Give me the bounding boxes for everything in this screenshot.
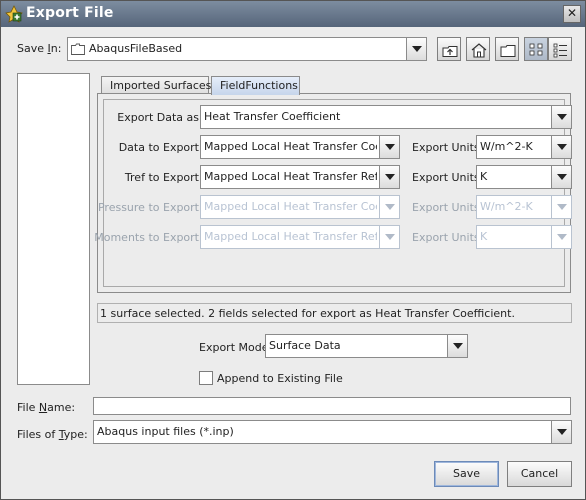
moments-units-value: K: [480, 230, 488, 243]
data-to-export-label: Data to Export: [118, 141, 199, 154]
data-units-value: W/m^2-K: [480, 140, 533, 153]
chevron-down-icon[interactable]: [379, 136, 399, 158]
export-data-as-value: Heat Transfer Coefficient: [204, 110, 341, 123]
tab-fieldfunctions[interactable]: FieldFunctions: [211, 76, 300, 95]
export-fields-group: Export Data as Heat Transfer Coefficient…: [94, 99, 572, 287]
home-button[interactable]: [466, 37, 490, 61]
list-view-button[interactable]: [524, 37, 548, 61]
moments-to-export-value: Mapped Local Heat Transfer Refe...: [204, 230, 377, 243]
export-mode-dropdown[interactable]: Surface Data: [265, 334, 468, 358]
home-icon: [471, 43, 487, 58]
chevron-down-icon[interactable]: [379, 166, 399, 188]
file-name-label: File Name:: [17, 401, 76, 414]
export-data-as-label: Export Data as: [117, 111, 199, 124]
chevron-down-icon: [551, 196, 571, 218]
up-one-level-button[interactable]: [437, 37, 461, 61]
export-data-as-dropdown[interactable]: Heat Transfer Coefficient: [200, 105, 572, 129]
moments-to-export-label: Moments to Export: [94, 231, 199, 244]
chevron-down-icon[interactable]: [551, 106, 571, 128]
pressure-units-dropdown: W/m^2-K: [476, 195, 572, 219]
chevron-down-icon[interactable]: [551, 421, 571, 443]
file-name-input[interactable]: [93, 397, 571, 415]
append-checkbox[interactable]: [199, 371, 213, 385]
up-one-level-icon: [442, 46, 458, 57]
chevron-down-icon[interactable]: [551, 136, 571, 158]
tref-to-export-dropdown[interactable]: Mapped Local Heat Transfer Refe...: [200, 165, 400, 189]
close-button[interactable]: ✕: [563, 5, 581, 23]
files-of-type-dropdown[interactable]: Abaqus input files (*.inp): [93, 420, 572, 444]
data-to-export-dropdown[interactable]: Mapped Local Heat Transfer Coef...: [200, 135, 400, 159]
save-in-label: Save In:: [17, 42, 62, 55]
moments-to-export-dropdown: Mapped Local Heat Transfer Refe...: [200, 225, 400, 249]
save-in-dropdown[interactable]: AbaqusFileBased: [67, 37, 427, 61]
pressure-to-export-dropdown: Mapped Local Heat Transfer Coef...: [200, 195, 400, 219]
data-to-export-value: Mapped Local Heat Transfer Coef...: [204, 140, 377, 153]
title-bar[interactable]: Export File ✕: [1, 1, 585, 27]
files-of-type-label: Files of Type:: [17, 428, 88, 441]
tref-to-export-label: Tref to Export: [124, 171, 199, 184]
export-mode-value: Surface Data: [269, 339, 341, 352]
append-label[interactable]: Append to Existing File: [217, 372, 343, 385]
export-units-label: Export Units: [412, 141, 480, 154]
moments-units-dropdown: K: [476, 225, 572, 249]
pressure-to-export-value: Mapped Local Heat Transfer Coef...: [204, 200, 377, 213]
tab-imported-surfaces[interactable]: Imported Surfaces: [101, 76, 211, 94]
export-units-label: Export Units: [412, 231, 480, 244]
chevron-down-icon: [379, 196, 399, 218]
folder-icon: [71, 43, 85, 55]
chevron-down-icon[interactable]: [447, 335, 467, 357]
data-units-dropdown[interactable]: W/m^2-K: [476, 135, 572, 159]
save-button[interactable]: Save: [434, 461, 499, 487]
save-in-value: AbaqusFileBased: [89, 42, 183, 55]
file-list[interactable]: [17, 73, 90, 385]
tref-units-dropdown[interactable]: K: [476, 165, 572, 189]
chevron-down-icon[interactable]: [551, 166, 571, 188]
window-title: Export File: [26, 5, 114, 21]
files-of-type-value: Abaqus input files (*.inp): [97, 425, 234, 438]
pressure-units-value: W/m^2-K: [480, 200, 533, 213]
export-file-dialog: Export File ✕ Save In: AbaqusFileBased I…: [0, 0, 586, 500]
pressure-to-export-label: Pressure to Export: [97, 201, 199, 214]
new-folder-icon: [500, 45, 516, 57]
export-units-label: Export Units: [412, 171, 480, 184]
app-icon: [5, 5, 23, 23]
tref-units-value: K: [480, 170, 488, 183]
export-units-label: Export Units: [412, 201, 480, 214]
fieldfunctions-panel: Export Data as Heat Transfer Coefficient…: [94, 93, 572, 293]
chevron-down-icon: [551, 226, 571, 248]
list-view-icon: [529, 43, 543, 56]
new-folder-button[interactable]: [495, 37, 519, 61]
selection-status: 1 surface selected. 2 fields selected fo…: [97, 303, 572, 323]
chevron-down-icon: [379, 226, 399, 248]
export-mode-label: Export Mode: [199, 341, 269, 354]
details-view-button[interactable]: [548, 37, 572, 61]
tref-to-export-value: Mapped Local Heat Transfer Refe...: [204, 170, 377, 183]
cancel-button[interactable]: Cancel: [507, 461, 572, 487]
chevron-down-icon[interactable]: [406, 38, 426, 60]
details-view-icon: [553, 43, 567, 58]
